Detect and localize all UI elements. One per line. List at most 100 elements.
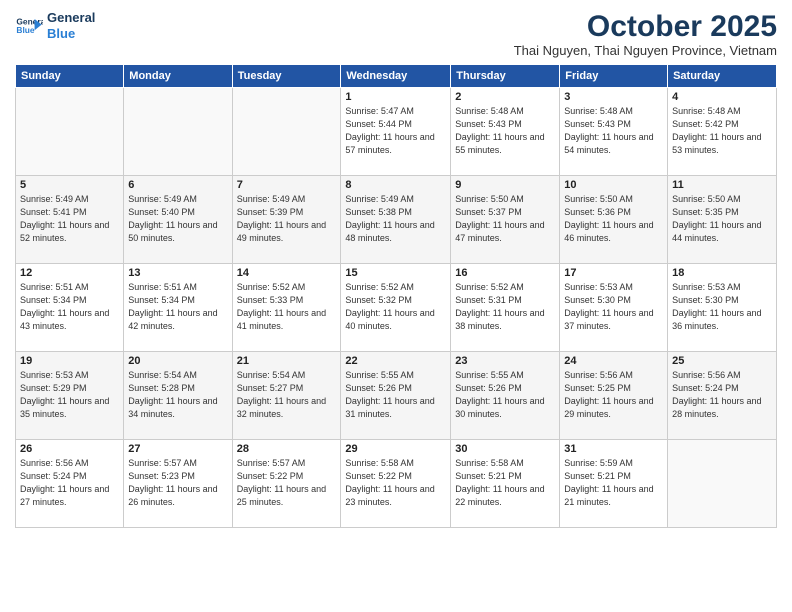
calendar-cell: 23 Sunrise: 5:55 AM Sunset: 5:26 PM Dayli… — [451, 352, 560, 440]
calendar-cell — [668, 440, 777, 528]
weekday-header-row: SundayMondayTuesdayWednesdayThursdayFrid… — [16, 65, 777, 88]
calendar-cell: 6 Sunrise: 5:49 AM Sunset: 5:40 PM Daylig… — [124, 176, 232, 264]
logo-text-general: General — [47, 10, 95, 26]
calendar-cell: 29 Sunrise: 5:58 AM Sunset: 5:22 PM Dayli… — [341, 440, 451, 528]
day-number: 28 — [237, 443, 337, 455]
calendar-cell: 2 Sunrise: 5:48 AM Sunset: 5:43 PM Daylig… — [451, 88, 560, 176]
day-info: Sunrise: 5:53 AM Sunset: 5:30 PM Dayligh… — [672, 281, 772, 333]
day-info: Sunrise: 5:48 AM Sunset: 5:42 PM Dayligh… — [672, 105, 772, 157]
calendar-cell — [232, 88, 341, 176]
day-info: Sunrise: 5:48 AM Sunset: 5:43 PM Dayligh… — [455, 105, 555, 157]
day-number: 24 — [564, 355, 663, 367]
calendar-cell: 17 Sunrise: 5:53 AM Sunset: 5:30 PM Dayli… — [560, 264, 668, 352]
day-number: 4 — [672, 91, 772, 103]
calendar-cell: 15 Sunrise: 5:52 AM Sunset: 5:32 PM Dayli… — [341, 264, 451, 352]
header: General Blue General Blue October 2025 T… — [15, 10, 777, 58]
day-number: 8 — [345, 179, 446, 191]
day-number: 7 — [237, 179, 337, 191]
calendar-week-row: 12 Sunrise: 5:51 AM Sunset: 5:34 PM Dayli… — [16, 264, 777, 352]
logo-text-blue: Blue — [47, 26, 95, 42]
day-number: 6 — [128, 179, 227, 191]
day-info: Sunrise: 5:55 AM Sunset: 5:26 PM Dayligh… — [345, 369, 446, 421]
svg-text:Blue: Blue — [16, 25, 34, 35]
day-number: 5 — [20, 179, 119, 191]
day-number: 17 — [564, 267, 663, 279]
calendar-cell: 28 Sunrise: 5:57 AM Sunset: 5:22 PM Dayli… — [232, 440, 341, 528]
day-info: Sunrise: 5:48 AM Sunset: 5:43 PM Dayligh… — [564, 105, 663, 157]
calendar-cell: 21Sunrise: 5:54 AM Sunset: 5:27 PM Dayli… — [232, 352, 341, 440]
day-info: Sunrise: 5:53 AM Sunset: 5:29 PM Dayligh… — [20, 369, 119, 421]
day-number: 20 — [128, 355, 227, 367]
day-info: Sunrise: 5:50 AM Sunset: 5:35 PM Dayligh… — [672, 193, 772, 245]
day-number: 30 — [455, 443, 555, 455]
day-number: 12 — [20, 267, 119, 279]
calendar-cell: 22 Sunrise: 5:55 AM Sunset: 5:26 PM Dayli… — [341, 352, 451, 440]
day-number: 19 — [20, 355, 119, 367]
calendar-cell: 18Sunrise: 5:53 AM Sunset: 5:30 PM Dayli… — [668, 264, 777, 352]
day-number: 9 — [455, 179, 555, 191]
day-number: 13 — [128, 267, 227, 279]
day-info: Sunrise: 5:57 AM Sunset: 5:22 PM Dayligh… — [237, 457, 337, 509]
calendar-cell: 26Sunrise: 5:56 AM Sunset: 5:24 PM Dayli… — [16, 440, 124, 528]
day-number: 27 — [128, 443, 227, 455]
day-number: 1 — [345, 91, 446, 103]
day-info: Sunrise: 5:56 AM Sunset: 5:24 PM Dayligh… — [672, 369, 772, 421]
calendar-cell: 20 Sunrise: 5:54 AM Sunset: 5:28 PM Dayli… — [124, 352, 232, 440]
calendar-cell: 19 Sunrise: 5:53 AM Sunset: 5:29 PM Dayli… — [16, 352, 124, 440]
day-number: 11 — [672, 179, 772, 191]
day-info: Sunrise: 5:52 AM Sunset: 5:33 PM Dayligh… — [237, 281, 337, 333]
calendar-cell: 31Sunrise: 5:59 AM Sunset: 5:21 PM Dayli… — [560, 440, 668, 528]
day-info: Sunrise: 5:54 AM Sunset: 5:28 PM Dayligh… — [128, 369, 227, 421]
day-info: Sunrise: 5:59 AM Sunset: 5:21 PM Dayligh… — [564, 457, 663, 509]
weekday-header-tuesday: Tuesday — [232, 65, 341, 88]
logo-icon: General Blue — [15, 12, 43, 40]
calendar-week-row: 5 Sunrise: 5:49 AM Sunset: 5:41 PM Daylig… — [16, 176, 777, 264]
day-info: Sunrise: 5:58 AM Sunset: 5:22 PM Dayligh… — [345, 457, 446, 509]
day-number: 29 — [345, 443, 446, 455]
day-info: Sunrise: 5:55 AM Sunset: 5:26 PM Dayligh… — [455, 369, 555, 421]
day-number: 23 — [455, 355, 555, 367]
weekday-header-monday: Monday — [124, 65, 232, 88]
day-info: Sunrise: 5:50 AM Sunset: 5:37 PM Dayligh… — [455, 193, 555, 245]
calendar-cell: 5 Sunrise: 5:49 AM Sunset: 5:41 PM Daylig… — [16, 176, 124, 264]
day-info: Sunrise: 5:49 AM Sunset: 5:41 PM Dayligh… — [20, 193, 119, 245]
day-info: Sunrise: 5:49 AM Sunset: 5:39 PM Dayligh… — [237, 193, 337, 245]
calendar-cell: 12Sunrise: 5:51 AM Sunset: 5:34 PM Dayli… — [16, 264, 124, 352]
calendar-cell: 11 Sunrise: 5:50 AM Sunset: 5:35 PM Dayli… — [668, 176, 777, 264]
day-info: Sunrise: 5:49 AM Sunset: 5:38 PM Dayligh… — [345, 193, 446, 245]
day-info: Sunrise: 5:56 AM Sunset: 5:25 PM Dayligh… — [564, 369, 663, 421]
calendar-cell: 9 Sunrise: 5:50 AM Sunset: 5:37 PM Daylig… — [451, 176, 560, 264]
calendar-cell: 25Sunrise: 5:56 AM Sunset: 5:24 PM Dayli… — [668, 352, 777, 440]
day-number: 3 — [564, 91, 663, 103]
calendar-cell: 1Sunrise: 5:47 AM Sunset: 5:44 PM Daylig… — [341, 88, 451, 176]
day-info: Sunrise: 5:51 AM Sunset: 5:34 PM Dayligh… — [128, 281, 227, 333]
calendar-cell: 3 Sunrise: 5:48 AM Sunset: 5:43 PM Daylig… — [560, 88, 668, 176]
calendar-table: SundayMondayTuesdayWednesdayThursdayFrid… — [15, 64, 777, 528]
day-info: Sunrise: 5:52 AM Sunset: 5:32 PM Dayligh… — [345, 281, 446, 333]
day-info: Sunrise: 5:49 AM Sunset: 5:40 PM Dayligh… — [128, 193, 227, 245]
day-number: 2 — [455, 91, 555, 103]
calendar-cell — [124, 88, 232, 176]
day-number: 14 — [237, 267, 337, 279]
calendar-cell: 10 Sunrise: 5:50 AM Sunset: 5:36 PM Dayli… — [560, 176, 668, 264]
calendar-cell: 24 Sunrise: 5:56 AM Sunset: 5:25 PM Dayli… — [560, 352, 668, 440]
title-area: October 2025 Thai Nguyen, Thai Nguyen Pr… — [514, 10, 777, 58]
day-number: 16 — [455, 267, 555, 279]
day-info: Sunrise: 5:54 AM Sunset: 5:27 PM Dayligh… — [237, 369, 337, 421]
day-info: Sunrise: 5:53 AM Sunset: 5:30 PM Dayligh… — [564, 281, 663, 333]
day-number: 15 — [345, 267, 446, 279]
day-info: Sunrise: 5:50 AM Sunset: 5:36 PM Dayligh… — [564, 193, 663, 245]
calendar-cell: 13 Sunrise: 5:51 AM Sunset: 5:34 PM Dayli… — [124, 264, 232, 352]
day-info: Sunrise: 5:58 AM Sunset: 5:21 PM Dayligh… — [455, 457, 555, 509]
location-subtitle: Thai Nguyen, Thai Nguyen Province, Vietn… — [514, 43, 777, 58]
calendar-cell: 14 Sunrise: 5:52 AM Sunset: 5:33 PM Dayli… — [232, 264, 341, 352]
calendar-cell: 8 Sunrise: 5:49 AM Sunset: 5:38 PM Daylig… — [341, 176, 451, 264]
calendar-week-row: 19 Sunrise: 5:53 AM Sunset: 5:29 PM Dayli… — [16, 352, 777, 440]
day-number: 22 — [345, 355, 446, 367]
logo-area: General Blue General Blue — [15, 10, 95, 41]
day-info: Sunrise: 5:52 AM Sunset: 5:31 PM Dayligh… — [455, 281, 555, 333]
weekday-header-wednesday: Wednesday — [341, 65, 451, 88]
calendar-cell: 7 Sunrise: 5:49 AM Sunset: 5:39 PM Daylig… — [232, 176, 341, 264]
weekday-header-sunday: Sunday — [16, 65, 124, 88]
day-number: 10 — [564, 179, 663, 191]
